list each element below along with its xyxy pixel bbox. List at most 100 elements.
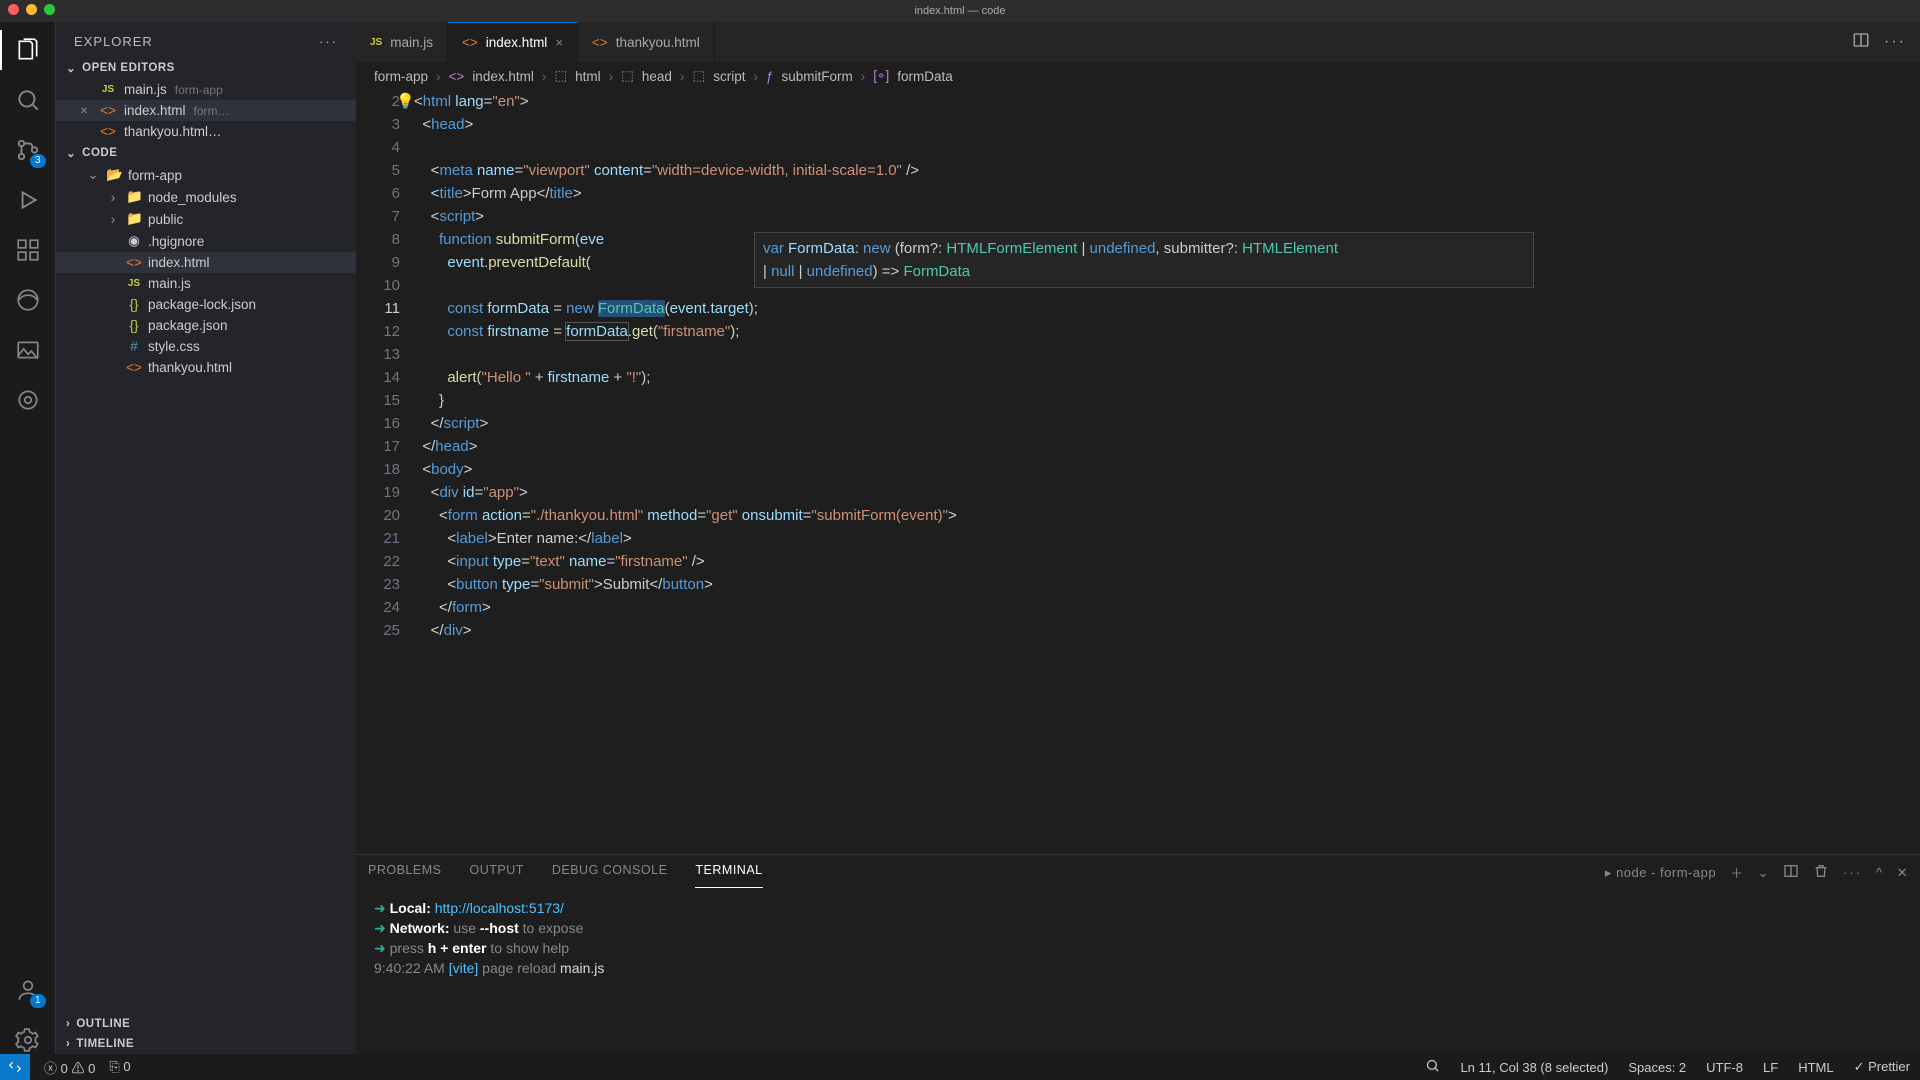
breadcrumb-item[interactable]: submitForm [781, 69, 852, 84]
close-panel-icon[interactable]: ✕ [1897, 865, 1908, 887]
breadcrumb-item[interactable]: form-app [374, 69, 428, 84]
breadcrumb-icon: ƒ [766, 69, 774, 84]
run-debug-icon[interactable] [14, 186, 42, 214]
tab-label: main.js [390, 35, 433, 50]
file-tree-row[interactable]: {} package.json [56, 315, 356, 336]
file-icon: <> [126, 255, 142, 270]
status-search-icon[interactable] [1425, 1058, 1440, 1076]
editor-tab[interactable]: <> thankyou.html [578, 22, 715, 62]
file-icon: JS [126, 278, 142, 289]
status-indent[interactable]: Spaces: 2 [1628, 1060, 1686, 1075]
open-editor-row[interactable]: <> thankyou.html… [56, 121, 356, 142]
file-name: package-lock.json [148, 297, 256, 312]
split-editor-icon[interactable] [1852, 31, 1870, 54]
image-tool-icon[interactable] [14, 336, 42, 364]
code-section[interactable]: ⌄ CODE [56, 142, 356, 164]
explorer-title: EXPLORER [74, 34, 153, 49]
panel-tabs: PROBLEMS OUTPUT DEBUG CONSOLE TERMINAL ▸… [356, 855, 1920, 888]
open-editor-row[interactable]: × <> index.html form… [56, 100, 356, 121]
source-control-icon[interactable]: 3 [14, 136, 42, 164]
tab-label: thankyou.html [616, 35, 700, 50]
code-content[interactable]: <html lang="en"> <head> <meta name="view… [414, 90, 1920, 642]
signature-tooltip: var FormData: new (form?: HTMLFormElemen… [754, 232, 1534, 288]
panel-tab-debug[interactable]: DEBUG CONSOLE [552, 863, 668, 888]
plugin-icon[interactable] [14, 386, 42, 414]
file-tree-row[interactable]: # style.css [56, 336, 356, 357]
more-icon[interactable]: ··· [1843, 865, 1862, 886]
breadcrumb-item[interactable]: html [575, 69, 601, 84]
breadcrumb-icon: ⬚ [692, 68, 705, 84]
file-tree-row[interactable]: JS main.js [56, 273, 356, 294]
zoom-window-icon[interactable] [44, 4, 55, 15]
file-tree-row[interactable]: ◉ .hgignore [56, 230, 356, 252]
close-icon[interactable]: × [76, 103, 92, 118]
file-icon: 📁 [126, 211, 142, 227]
folder-icon: 📂 [106, 167, 122, 183]
terminal-dropdown-icon[interactable]: ⌄ [1758, 865, 1769, 887]
folder-row[interactable]: ⌄ 📂 form-app [56, 164, 356, 186]
bottom-panel: PROBLEMS OUTPUT DEBUG CONSOLE TERMINAL ▸… [356, 854, 1920, 1054]
maximize-panel-icon[interactable]: ^ [1876, 865, 1883, 886]
file-tree-row[interactable]: › 📁 node_modules [56, 186, 356, 208]
explorer-icon[interactable] [14, 36, 42, 64]
breadcrumb-icon: [∘] [873, 68, 889, 84]
split-terminal-icon[interactable] [1783, 863, 1799, 888]
accounts-icon[interactable]: 1 [14, 976, 42, 1004]
file-tree-row[interactable]: {} package-lock.json [56, 294, 356, 315]
status-eol[interactable]: LF [1763, 1060, 1778, 1075]
search-icon[interactable] [14, 86, 42, 114]
explorer-sidebar: EXPLORER ··· ⌄ OPEN EDITORS JS main.js f… [56, 22, 356, 1054]
new-terminal-icon[interactable]: ＋ [1730, 863, 1744, 888]
panel-tab-terminal[interactable]: TERMINAL [695, 863, 762, 888]
chevron-right-icon: › [66, 1018, 70, 1030]
settings-gear-icon[interactable] [14, 1026, 42, 1054]
editor-tab[interactable]: <> index.html × [448, 22, 578, 62]
file-tree-row[interactable]: › 📁 public [56, 208, 356, 230]
breadcrumb-item[interactable]: head [642, 69, 672, 84]
scm-badge: 3 [30, 154, 46, 168]
chevron-down-icon: ⌄ [66, 146, 76, 160]
status-prettier[interactable]: Prettier [1854, 1059, 1910, 1075]
status-bar: ⓧ 0 ⚠ 0 ⎘ 0 Ln 11, Col 38 (8 selected) S… [0, 1054, 1920, 1080]
accounts-badge: 1 [30, 994, 46, 1008]
breadcrumb[interactable]: form-app›<>index.html›⬚html›⬚head›⬚scrip… [356, 62, 1920, 90]
file-name: style.css [148, 339, 200, 354]
open-editors-section[interactable]: ⌄ OPEN EDITORS [56, 57, 356, 79]
file-tree-row[interactable]: <> index.html [56, 252, 356, 273]
more-icon[interactable]: ··· [319, 34, 338, 49]
close-icon[interactable]: × [555, 35, 563, 50]
remote-indicator[interactable] [0, 1054, 30, 1080]
file-name: main.js [148, 276, 191, 291]
code-editor[interactable]: 2345678910111213141516171819202122232425… [356, 90, 1920, 854]
open-editor-row[interactable]: JS main.js form-app [56, 79, 356, 100]
kill-terminal-icon[interactable] [1813, 863, 1829, 888]
breadcrumb-icon: ⬚ [621, 68, 634, 84]
file-tree-row[interactable]: <> thankyou.html [56, 357, 356, 378]
file-icon: JS [370, 37, 382, 48]
folder-name: form-app [128, 168, 182, 183]
panel-tab-problems[interactable]: PROBLEMS [368, 863, 441, 888]
timeline-section[interactable]: › TIMELINE [56, 1034, 356, 1054]
editor-group: JS main.js <> index.html ×<> thankyou.ht… [356, 22, 1920, 1054]
minimize-window-icon[interactable] [26, 4, 37, 15]
breadcrumb-item[interactable]: script [713, 69, 745, 84]
breadcrumb-item[interactable]: formData [897, 69, 953, 84]
status-ports[interactable]: ⎘ 0 [109, 1059, 130, 1075]
status-problems[interactable]: ⓧ 0 ⚠ 0 [44, 1058, 95, 1077]
breadcrumb-item[interactable]: index.html [472, 69, 534, 84]
extensions-icon[interactable] [14, 236, 42, 264]
panel-tab-output[interactable]: OUTPUT [469, 863, 523, 888]
terminal-shell-label[interactable]: ▸ node - form-app [1605, 865, 1716, 887]
tab-label: index.html [486, 35, 548, 50]
close-window-icon[interactable] [8, 4, 19, 15]
status-cursor[interactable]: Ln 11, Col 38 (8 selected) [1460, 1060, 1608, 1075]
status-encoding[interactable]: UTF-8 [1706, 1060, 1743, 1075]
microsoft-edge-icon[interactable] [14, 286, 42, 314]
file-icon: # [126, 339, 142, 354]
window-titlebar: index.html — code [0, 0, 1920, 22]
more-icon[interactable]: ··· [1884, 33, 1906, 51]
outline-section[interactable]: › OUTLINE [56, 1014, 356, 1034]
terminal-output[interactable]: ➜ Local: http://localhost:5173/ ➜ Networ… [356, 888, 1920, 1054]
status-language[interactable]: HTML [1798, 1060, 1833, 1075]
editor-tab[interactable]: JS main.js [356, 22, 448, 62]
